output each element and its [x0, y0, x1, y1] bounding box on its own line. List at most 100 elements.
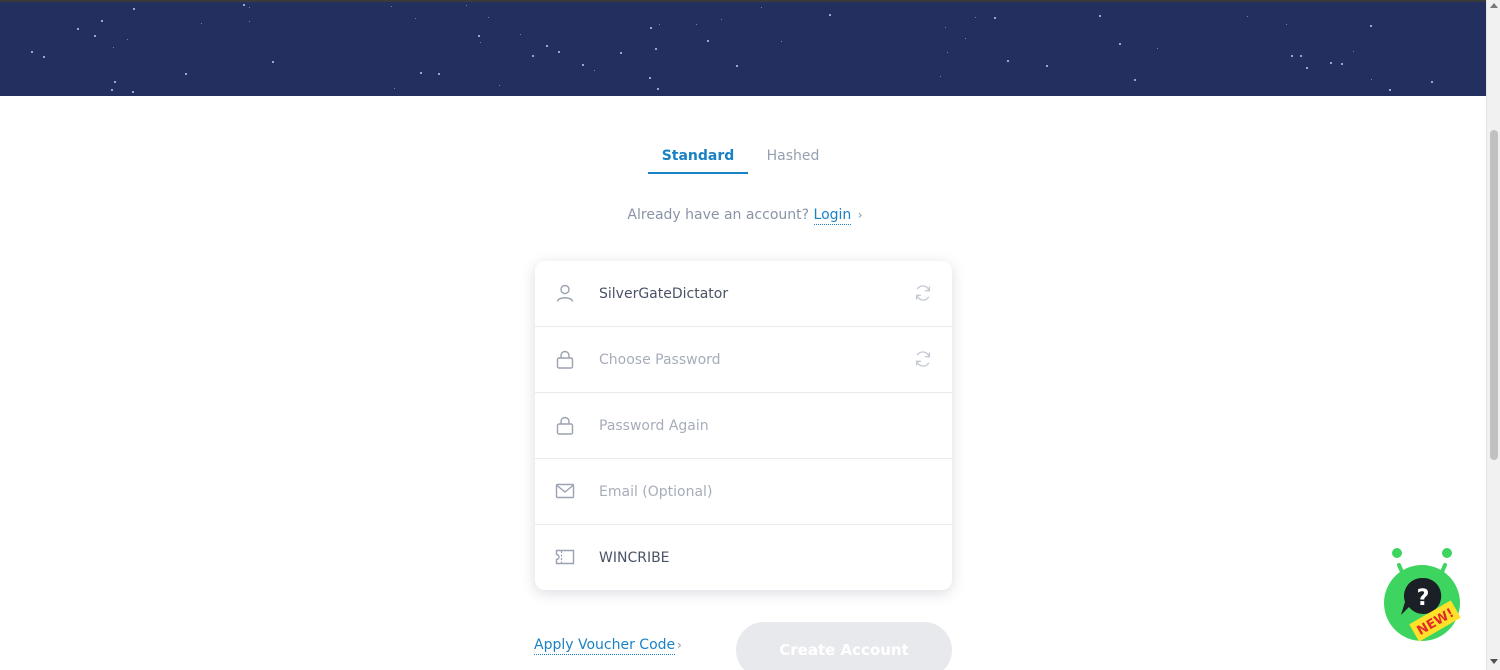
star-dot — [466, 5, 467, 6]
star-dot — [558, 51, 560, 53]
user-icon — [556, 284, 574, 302]
tab-standard[interactable]: Standard — [648, 143, 748, 174]
star-dot — [1341, 63, 1343, 65]
password-row — [535, 327, 952, 393]
login-prompt-text: Already have an account? — [627, 207, 810, 223]
star-dot — [1389, 89, 1391, 91]
lock-icon — [556, 416, 574, 435]
star-dot — [249, 7, 250, 8]
star-dot — [499, 85, 500, 86]
star-dot — [31, 51, 33, 53]
star-dot — [478, 35, 480, 37]
star-dot — [1300, 55, 1302, 57]
star-dot — [488, 17, 489, 18]
star-dot — [1370, 25, 1372, 27]
star-dot — [736, 65, 738, 67]
password-again-input[interactable] — [599, 413, 899, 439]
star-dot — [94, 35, 96, 37]
star-dot — [649, 77, 651, 79]
star-dot — [1046, 65, 1048, 67]
email-input[interactable] — [599, 479, 899, 505]
star-dot — [1247, 16, 1248, 17]
star-dot — [132, 91, 134, 93]
chevron-right-icon: › — [677, 638, 682, 652]
star-dot — [655, 48, 657, 50]
star-dot — [994, 17, 996, 19]
star-dot — [1291, 55, 1293, 57]
star-dot — [113, 47, 114, 48]
username-input[interactable] — [599, 281, 899, 307]
star-dot — [43, 56, 45, 58]
scroll-down-arrow-icon[interactable] — [1490, 659, 1498, 664]
signup-type-tabs: Standard Hashed — [648, 143, 838, 175]
star-dot — [1134, 79, 1136, 81]
star-dot — [394, 88, 395, 89]
page-scrollbar[interactable] — [1486, 0, 1500, 670]
password-input[interactable] — [599, 347, 899, 373]
star-dot — [480, 42, 481, 43]
star-dot — [975, 17, 976, 18]
star-dot — [438, 73, 440, 75]
star-dot — [546, 45, 548, 47]
voucher-input[interactable] — [599, 545, 899, 571]
star-dot — [945, 27, 946, 28]
star-dot — [657, 88, 659, 90]
star-dot — [582, 64, 584, 66]
star-dot — [420, 72, 422, 74]
star-dot — [114, 81, 116, 83]
star-dot — [947, 52, 948, 53]
star-dot — [1099, 15, 1101, 17]
tab-hashed[interactable]: Hashed — [748, 143, 838, 174]
star-dot — [101, 20, 103, 22]
star-dot — [127, 39, 128, 40]
star-dot — [1007, 60, 1009, 62]
star-dot — [829, 14, 831, 16]
star-dot — [520, 34, 521, 35]
generate-password-icon[interactable] — [913, 349, 933, 369]
banner-top-border — [0, 0, 1486, 2]
signup-form-card — [535, 261, 952, 590]
lock-icon — [556, 350, 574, 369]
username-row — [535, 261, 952, 327]
star-dot — [133, 8, 135, 10]
star-dot — [1330, 62, 1332, 64]
header-banner — [0, 0, 1486, 96]
star-dot — [1353, 51, 1354, 52]
star-dot — [532, 55, 534, 57]
star-dot — [594, 70, 595, 71]
star-dot — [1306, 67, 1308, 69]
star-dot — [415, 18, 416, 19]
star-dot — [1119, 43, 1121, 45]
star-dot — [201, 23, 202, 24]
apply-voucher-link[interactable]: Apply Voucher Code — [534, 637, 676, 655]
chevron-right-icon: › — [857, 208, 863, 222]
star-dot — [650, 27, 652, 29]
star-dot — [1286, 24, 1287, 25]
scrollbar-thumb[interactable] — [1490, 130, 1498, 460]
password-again-row — [535, 393, 952, 459]
star-dot — [659, 24, 660, 25]
email-row — [535, 459, 952, 525]
star-dot — [781, 41, 782, 42]
star-dot — [77, 28, 79, 30]
star-dot — [761, 7, 762, 8]
refresh-username-icon[interactable] — [913, 283, 933, 303]
star-dot — [696, 24, 697, 25]
star-dot — [620, 52, 622, 54]
help-question-glyph: ? — [1417, 586, 1430, 611]
star-dot — [249, 21, 250, 22]
scroll-up-arrow-icon[interactable] — [1490, 3, 1498, 8]
login-link[interactable]: Login — [813, 207, 852, 225]
create-account-button[interactable]: Create Account — [736, 622, 952, 670]
login-prompt: Already have an account? Login › — [600, 207, 890, 229]
star-dot — [243, 4, 245, 6]
voucher-row — [535, 525, 952, 590]
star-dot — [707, 40, 709, 42]
help-chatbot-icon[interactable]: ? NEW! — [1383, 545, 1463, 641]
star-dot — [940, 76, 941, 77]
star-dot — [965, 38, 966, 39]
star-dot — [721, 19, 722, 20]
mail-icon — [555, 483, 575, 499]
star-dot — [1371, 79, 1372, 80]
star-dot — [111, 89, 113, 91]
